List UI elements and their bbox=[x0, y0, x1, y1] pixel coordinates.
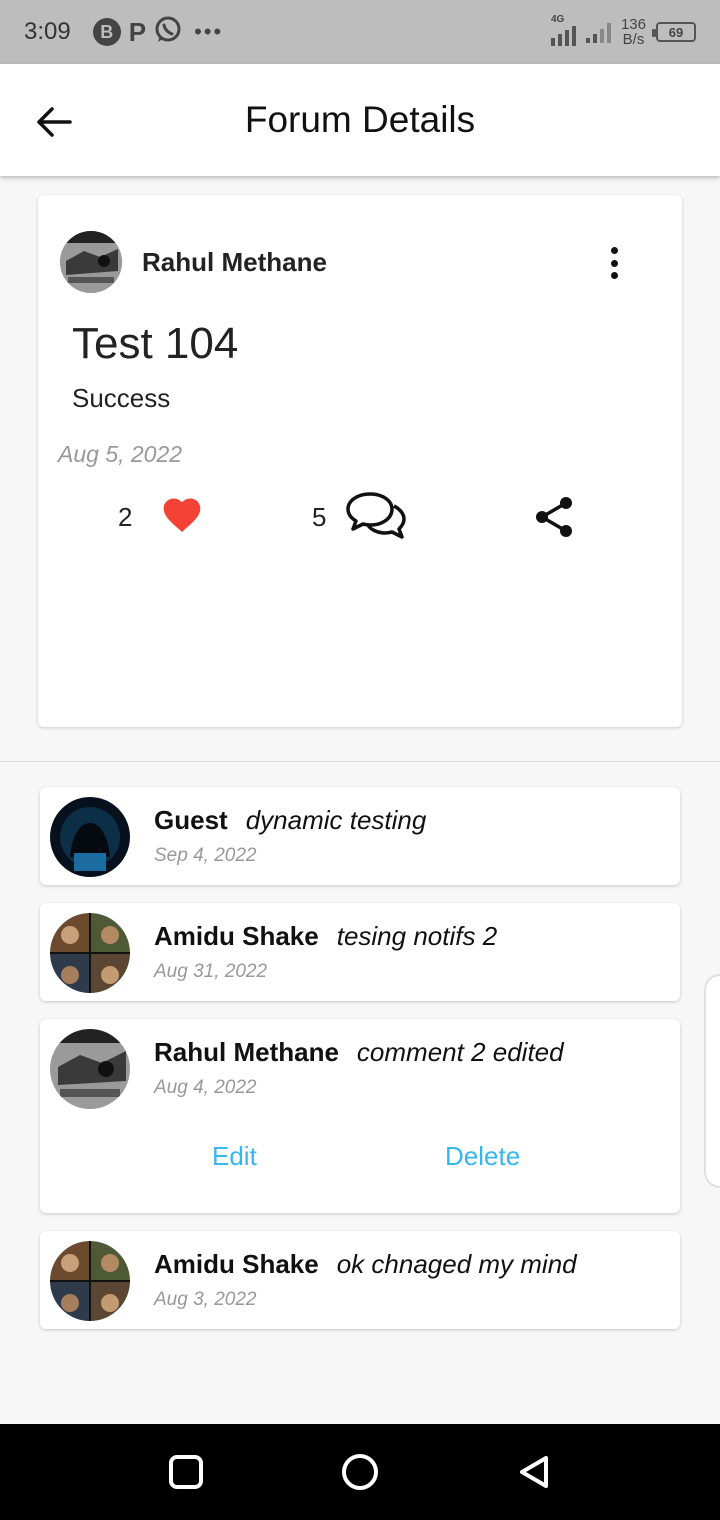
battery-icon: 69 bbox=[652, 22, 696, 42]
comment-date: Sep 4, 2022 bbox=[154, 845, 257, 866]
signal-icon: 4G bbox=[550, 14, 576, 46]
comment-count: 5 bbox=[312, 502, 327, 532]
comment-item: Guest dynamic testing Sep 4, 2022 bbox=[40, 787, 680, 885]
comments-button[interactable] bbox=[344, 490, 408, 540]
status-notification-icons: B P ••• bbox=[92, 16, 224, 49]
commenter-avatar[interactable] bbox=[50, 1029, 130, 1109]
edge-panel-handle[interactable] bbox=[704, 974, 720, 1188]
post-title: Test 104 bbox=[72, 319, 239, 368]
comment-text: tesing notifs 2 bbox=[336, 921, 498, 951]
post-card: Rahul Methane Test 104 Success Aug 5, 20… bbox=[38, 195, 682, 727]
edit-comment-button[interactable]: Edit bbox=[212, 1141, 257, 1172]
recents-button[interactable] bbox=[164, 1450, 208, 1494]
post-body: Success bbox=[72, 383, 171, 413]
post-date: Aug 5, 2022 bbox=[58, 441, 183, 467]
commenter-avatar[interactable] bbox=[50, 797, 130, 877]
comment-text: comment 2 edited bbox=[356, 1037, 564, 1067]
comment-text: dynamic testing bbox=[245, 805, 427, 835]
more-vert-icon bbox=[610, 247, 618, 254]
app-bar: Forum Details bbox=[0, 64, 720, 176]
comment-item: Amidu Shake tesing notifs 2 Aug 31, 2022 bbox=[40, 903, 680, 1001]
status-system-icons: 4G 136 B/s 69 bbox=[550, 0, 696, 64]
share-icon bbox=[536, 497, 572, 537]
network-type-label: 4G bbox=[550, 14, 565, 25]
author-avatar[interactable] bbox=[60, 231, 122, 293]
circle-icon bbox=[342, 1454, 378, 1490]
commenter-name: Rahul Methane comment 2 edited bbox=[154, 1037, 564, 1067]
status-time: 3:09 bbox=[24, 18, 71, 45]
system-nav-bar bbox=[0, 1424, 720, 1520]
divider bbox=[0, 761, 720, 762]
heart-icon bbox=[163, 498, 201, 533]
comment-text: ok chnaged my mind bbox=[336, 1249, 577, 1279]
like-button[interactable] bbox=[160, 493, 204, 537]
comment-item: Rahul Methane comment 2 edited Aug 4, 202… bbox=[40, 1019, 680, 1213]
more-dots-icon: ••• bbox=[194, 19, 224, 44]
delete-comment-button[interactable]: Delete bbox=[445, 1141, 520, 1172]
home-button[interactable] bbox=[338, 1450, 382, 1494]
square-icon bbox=[169, 1455, 203, 1489]
arrow-left-icon bbox=[37, 107, 72, 137]
more-options-button[interactable] bbox=[602, 243, 626, 283]
back-button[interactable] bbox=[32, 100, 76, 144]
share-button[interactable] bbox=[532, 495, 576, 539]
commenter-name: Amidu Shake tesing notifs 2 bbox=[154, 921, 498, 951]
battery-level: 69 bbox=[668, 24, 684, 40]
comments-icon bbox=[346, 492, 406, 539]
signal-icon-2 bbox=[585, 21, 611, 43]
comment-date: Aug 4, 2022 bbox=[154, 1077, 257, 1098]
commenter-name: Guest dynamic testing bbox=[154, 805, 427, 835]
comment-item: Amidu Shake ok chnaged my mind Aug 3, 202… bbox=[40, 1231, 680, 1329]
status-bar: 3:09 B P ••• 4G 136 B/s 69 bbox=[0, 0, 720, 64]
network-speed: 136 B/s bbox=[621, 17, 646, 47]
commenter-avatar[interactable] bbox=[50, 913, 130, 993]
b-circle-icon: B bbox=[92, 18, 121, 46]
page-title: Forum Details bbox=[244, 99, 476, 140]
comment-date: Aug 31, 2022 bbox=[154, 961, 268, 982]
post-author-name[interactable]: Rahul Methane bbox=[142, 247, 327, 278]
like-count: 2 bbox=[118, 502, 133, 532]
p-icon: P bbox=[128, 16, 147, 47]
comment-date: Aug 3, 2022 bbox=[154, 1289, 257, 1310]
commenter-avatar[interactable] bbox=[50, 1241, 130, 1321]
speed-unit: B/s bbox=[622, 31, 645, 48]
back-nav-button[interactable] bbox=[512, 1450, 556, 1494]
whatsapp-icon bbox=[154, 16, 182, 49]
commenter-name: Amidu Shake ok chnaged my mind bbox=[154, 1249, 577, 1279]
speed-value: 136 bbox=[620, 16, 646, 33]
triangle-back-icon bbox=[520, 1456, 548, 1488]
